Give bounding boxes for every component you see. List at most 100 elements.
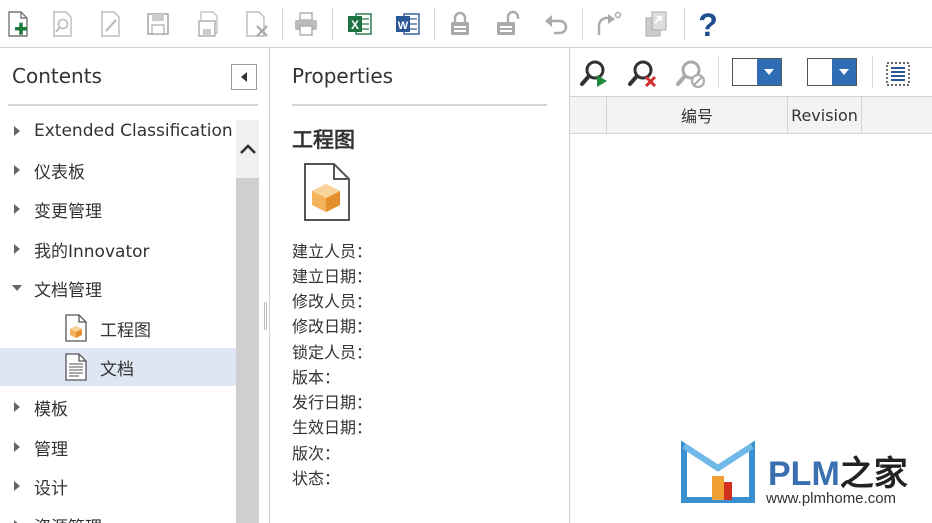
grid-column-number[interactable]: 编号 (607, 97, 788, 133)
expand-arrow-icon[interactable] (0, 203, 34, 215)
tree-item-label: 管理 (34, 439, 68, 460)
word-icon: W (396, 13, 420, 35)
grid-column-selector[interactable] (570, 97, 607, 133)
select-columns-button[interactable] (880, 56, 916, 92)
prop-locked-by: 锁定人员： (292, 343, 373, 362)
tree-item-label: 资源管理 (34, 513, 102, 523)
toolbar-separator (684, 8, 685, 40)
help-icon: ? (698, 9, 718, 39)
watermark-url: www.plmhome.com (766, 490, 897, 507)
prop-created-on: 建立日期： (292, 267, 373, 286)
scroll-up-button[interactable] (236, 120, 259, 178)
undo-icon (545, 15, 568, 35)
main-toolbar: X W ? (0, 0, 932, 48)
tree-item-document[interactable]: 文档 (0, 348, 236, 386)
prop-release-date: 发行日期： (292, 393, 373, 412)
tree-item-resource-management[interactable]: 资源管理 (0, 506, 236, 523)
prop-modified-on: 修改日期： (292, 317, 373, 336)
tree-item-label: 仪表板 (34, 162, 85, 183)
clear-search-button[interactable] (624, 56, 660, 92)
grid-column-revision[interactable]: Revision (788, 97, 862, 133)
properties-pane: Properties 工程图 建立人员： 建立日期： 修改人员： 修改日期： 锁… (270, 48, 570, 523)
tree-item-cad-document[interactable]: 工程图 (0, 309, 236, 347)
help-glyph: ? (698, 9, 718, 39)
expand-arrow-icon[interactable] (0, 480, 34, 492)
tree-item-change-management[interactable]: 变更管理 (0, 190, 236, 228)
delete-icon (246, 11, 268, 37)
new-item-button[interactable] (0, 6, 36, 42)
prop-state: 状态： (292, 469, 341, 488)
prop-modified-by: 修改人员： (292, 292, 373, 311)
print-icon (295, 12, 317, 36)
chevron-up-icon (239, 144, 256, 154)
stop-search-button[interactable] (672, 56, 708, 92)
word-letter: W (398, 20, 409, 32)
lock-icon (451, 11, 469, 35)
unlock-button[interactable] (490, 6, 526, 42)
stop-search-icon (676, 60, 705, 88)
tree-item-document-management[interactable]: 文档管理 (0, 269, 236, 307)
search-item-icon (53, 11, 72, 37)
tree-item-label: 文档 (100, 359, 134, 380)
lock-button[interactable] (442, 6, 478, 42)
edit-button[interactable] (92, 6, 128, 42)
tree-item-label: Extended Classification (34, 121, 233, 141)
tree-item-label: 变更管理 (34, 201, 102, 222)
promote-button[interactable] (590, 6, 626, 42)
toolbar-separator (872, 56, 873, 88)
toolbar-separator (332, 8, 333, 40)
expand-arrow-icon[interactable] (0, 519, 34, 523)
cad-document-icon (65, 314, 87, 342)
expand-arrow-icon[interactable] (0, 441, 34, 453)
tree-item-label: 设计 (34, 478, 68, 499)
dropdown-arrow-button[interactable] (832, 59, 856, 85)
chevron-down-icon (764, 69, 774, 75)
collapse-contents-button[interactable] (231, 64, 257, 90)
watermark-brand-cn: 之家 (839, 454, 908, 494)
dropdown-arrow-button[interactable] (757, 59, 781, 85)
tree-item-label: 模板 (34, 399, 68, 420)
search-item-button[interactable] (44, 6, 80, 42)
tree-item-dashboard[interactable]: 仪表板 (0, 151, 236, 189)
expand-arrow-icon[interactable] (0, 125, 34, 137)
tree-item-administration[interactable]: 管理 (0, 428, 236, 466)
expand-arrow-icon[interactable] (0, 243, 34, 255)
select-columns-icon (886, 62, 910, 86)
pane-splitter[interactable] (264, 302, 267, 330)
prop-created-by: 建立人员： (292, 242, 373, 261)
cad-document-icon (304, 163, 350, 221)
print-button[interactable] (288, 6, 324, 42)
delete-button[interactable] (238, 6, 274, 42)
expand-arrow-icon[interactable] (0, 401, 34, 413)
help-button[interactable]: ? (690, 6, 726, 42)
contents-scrollbar[interactable] (236, 120, 259, 523)
run-search-icon (580, 60, 607, 87)
save-icon (147, 13, 169, 35)
export-word-button[interactable]: W (390, 6, 426, 42)
tree-item-label: 文档管理 (34, 280, 102, 301)
page-size-dropdown[interactable] (807, 58, 857, 86)
unlock-icon (497, 10, 520, 35)
run-search-button[interactable] (576, 56, 612, 92)
item-type-heading: 工程图 (292, 128, 355, 152)
save-button[interactable] (140, 6, 176, 42)
undo-button[interactable] (538, 6, 574, 42)
version-button[interactable] (638, 6, 674, 42)
contents-pane: Contents Extended Classification 仪表板 变更管… (0, 48, 270, 523)
tree-item-extended-classification[interactable]: Extended Classification (0, 112, 236, 150)
save-close-button[interactable] (190, 6, 226, 42)
collapse-arrow-icon[interactable] (0, 284, 34, 292)
prop-effective-date: 生效日期： (292, 418, 373, 437)
tree-item-my-innovator[interactable]: 我的Innovator (0, 230, 236, 268)
tree-item-label: 我的Innovator (34, 241, 150, 262)
prop-revision: 版次： (292, 444, 341, 463)
search-mode-dropdown[interactable] (732, 58, 782, 86)
tree-item-templates[interactable]: 模板 (0, 388, 236, 426)
properties-title: Properties (292, 64, 394, 88)
tree-item-design[interactable]: 设计 (0, 467, 236, 505)
expand-arrow-icon[interactable] (0, 164, 34, 176)
text-document-icon (65, 353, 87, 381)
contents-title: Contents (12, 64, 102, 88)
export-excel-button[interactable]: X (342, 6, 378, 42)
excel-letter: X (351, 18, 359, 32)
